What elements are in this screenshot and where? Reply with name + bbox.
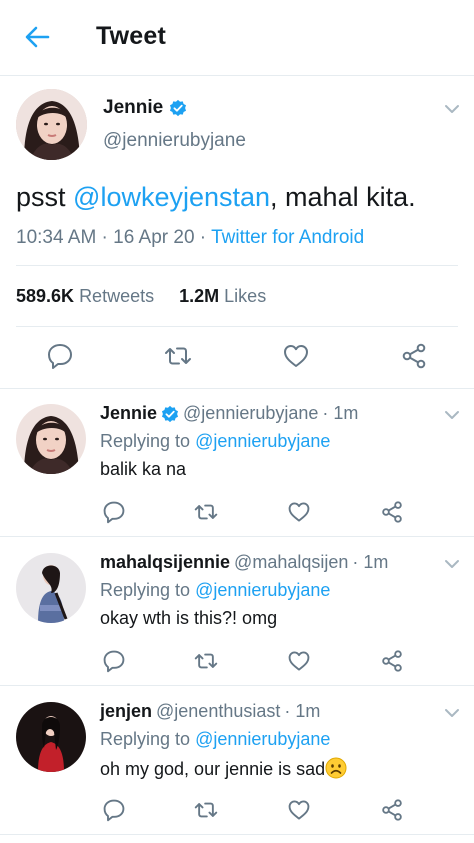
replying-to: Replying to @jennierubyjane [100, 729, 330, 750]
reply-header: mahalqsijennie @mahalqsijen · 1m [100, 552, 388, 573]
share-icon[interactable] [380, 500, 404, 524]
chevron-down-icon[interactable] [444, 708, 460, 718]
reply-author-name[interactable]: Jennie [100, 403, 157, 424]
tweet-meta: 10:34 AM · 16 Apr 20 · Twitter for Andro… [16, 227, 364, 249]
author-name-text: Jennie [103, 97, 164, 118]
tweet-text-suffix: , mahal kita. [270, 182, 416, 212]
tweet-source-link[interactable]: Twitter for Android [211, 227, 364, 248]
reply-tweet[interactable]: mahalqsijennie @mahalqsijen · 1m Replyin… [0, 538, 474, 686]
replying-to: Replying to @jennierubyjane [100, 580, 330, 601]
reply-text: okay wth is this?! omg [100, 608, 278, 628]
reply-time: · 1m [352, 552, 389, 572]
replying-to-link[interactable]: @jennierubyjane [195, 580, 330, 600]
reply-author-handle[interactable]: @jennierubyjane [183, 403, 318, 424]
avatar[interactable] [16, 553, 86, 623]
heart-icon[interactable] [282, 342, 310, 370]
reply-actions [0, 634, 474, 673]
tweet-date: 16 Apr 20 [113, 227, 195, 248]
avatar[interactable] [16, 404, 86, 474]
reply-author-name[interactable]: mahalqsijennie [100, 552, 230, 573]
reply-author-name[interactable]: jenjen [100, 701, 152, 722]
replying-label: Replying to [100, 729, 191, 749]
reply-icon[interactable] [102, 798, 126, 822]
share-icon[interactable] [400, 342, 428, 370]
retweet-icon[interactable] [194, 500, 218, 524]
author-name[interactable]: Jennie [103, 97, 187, 119]
replying-to-link[interactable]: @jennierubyjane [195, 431, 330, 451]
reply-author-handle[interactable]: @jenenthusiast [156, 701, 280, 722]
meta-dot: · [96, 227, 114, 248]
reply-text: oh my god, our jennie is sad [100, 757, 347, 780]
heart-icon[interactable] [287, 798, 311, 822]
back-arrow-icon[interactable] [22, 22, 52, 52]
share-icon[interactable] [380, 798, 404, 822]
replying-to-link[interactable]: @jennierubyjane [195, 729, 330, 749]
retweet-icon[interactable] [194, 649, 218, 673]
reply-text-content: oh my god, our jennie is sad [100, 759, 326, 779]
meta-dot: · [194, 227, 212, 248]
reply-header: Jennie @jennierubyjane · 1m [100, 403, 358, 424]
retweet-icon[interactable] [164, 342, 192, 370]
retweet-icon[interactable] [194, 798, 218, 822]
main-tweet: Jennie @jennierubyjane psst @lowkeyjenst… [0, 76, 474, 389]
mention-link[interactable]: @lowkeyjenstan [73, 182, 270, 212]
likes-stat[interactable]: 1.2M Likes [179, 286, 266, 306]
avatar[interactable] [16, 702, 86, 772]
reply-icon[interactable] [102, 500, 126, 524]
replying-label: Replying to [100, 431, 191, 451]
chevron-down-icon[interactable] [444, 410, 460, 420]
reply-text: balik ka na [100, 459, 187, 479]
reply-tweet[interactable]: jenjen @jenenthusiast · 1m Replying to @… [0, 687, 474, 835]
reply-icon[interactable] [46, 342, 74, 370]
chevron-down-icon[interactable] [444, 104, 460, 114]
chevron-down-icon[interactable] [444, 559, 460, 569]
reply-actions [0, 783, 474, 822]
tweet-text-prefix: psst [16, 182, 74, 212]
reply-author-handle[interactable]: @mahalqsijen [234, 552, 348, 573]
likes-count: 1.2M [179, 286, 220, 306]
retweets-stat[interactable]: 589.6K Retweets [16, 286, 154, 306]
share-icon[interactable] [380, 649, 404, 673]
avatar[interactable] [16, 89, 87, 160]
reply-time: · 1m [284, 701, 321, 721]
reply-actions [0, 485, 474, 524]
reply-icon[interactable] [102, 649, 126, 673]
retweets-count: 589.6K [16, 286, 75, 306]
author-handle[interactable]: @jennierubyjane [103, 130, 246, 152]
replying-label: Replying to [100, 580, 191, 600]
tweet-stats: 589.6K Retweets 1.2M Likes [16, 286, 266, 307]
reply-tweet[interactable]: Jennie @jennierubyjane · 1m Replying to … [0, 389, 474, 537]
verified-badge-icon [162, 405, 179, 422]
replying-to: Replying to @jennierubyjane [100, 431, 330, 452]
reply-header: jenjen @jenenthusiast · 1m [100, 701, 320, 722]
heart-icon[interactable] [287, 649, 311, 673]
tweet-time: 10:34 AM [16, 227, 97, 248]
tweet-text: psst @lowkeyjenstan, mahal kita. [16, 182, 416, 213]
top-bar: Tweet [0, 0, 474, 76]
page-title: Tweet [96, 22, 166, 50]
retweets-label: Retweets [79, 286, 155, 306]
heart-icon[interactable] [287, 500, 311, 524]
divider [16, 265, 458, 266]
likes-label: Likes [224, 286, 267, 306]
verified-badge-icon [170, 99, 187, 117]
tweet-actions [0, 338, 474, 374]
divider [16, 326, 458, 327]
frowning-face-emoji [325, 757, 347, 779]
reply-time: · 1m [322, 403, 359, 423]
